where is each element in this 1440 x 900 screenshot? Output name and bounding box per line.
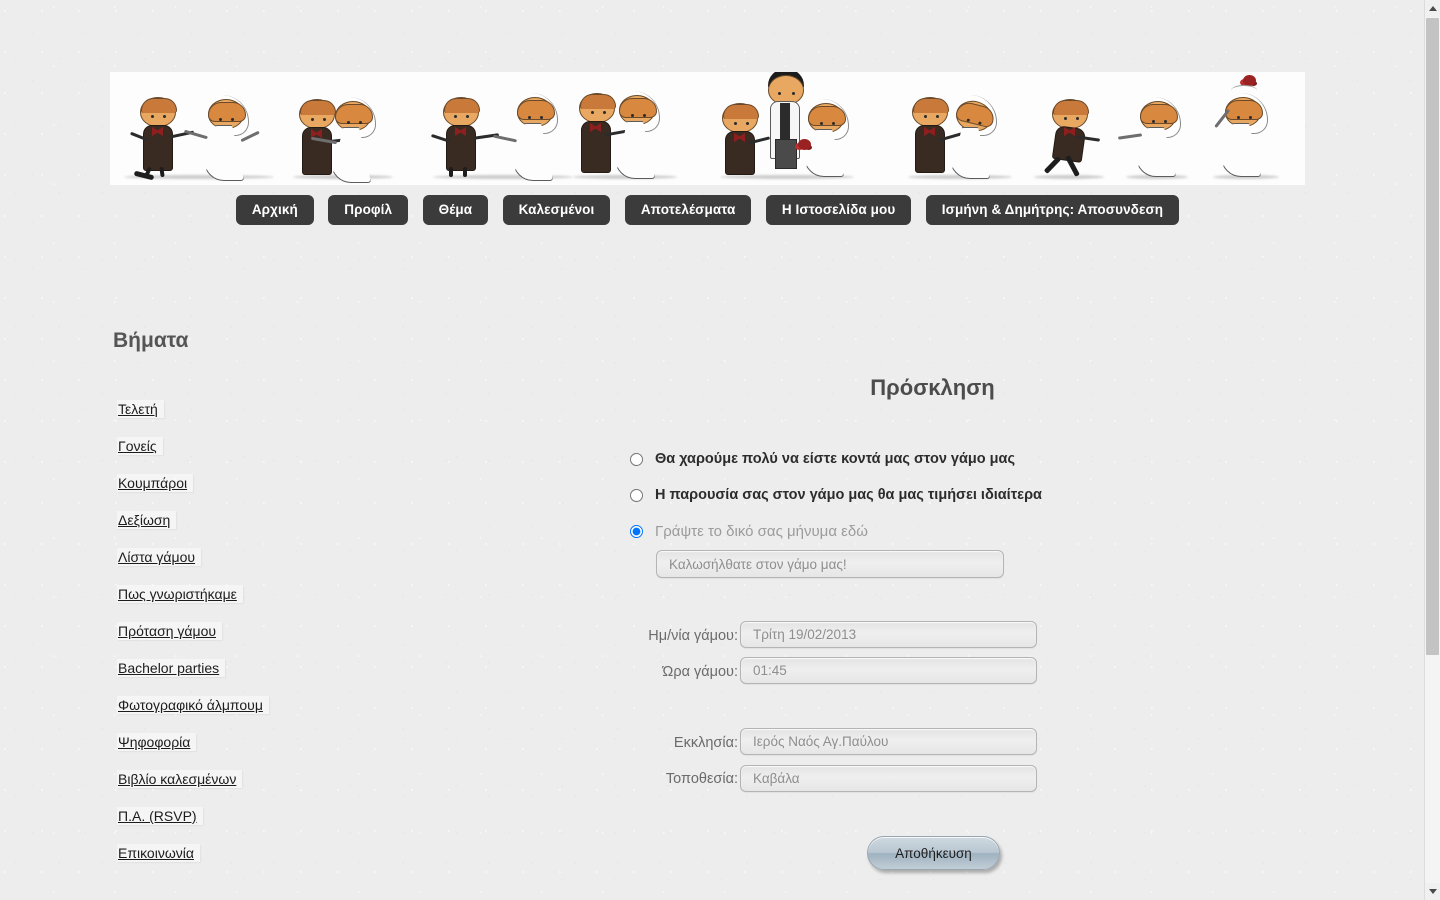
list-item: Ψηφοφορία <box>117 733 377 770</box>
list-item: Βιβλίο καλεσμένων <box>117 770 377 807</box>
invitation-radio-3[interactable] <box>630 525 643 538</box>
banner-running-bride-1 <box>1117 81 1196 179</box>
banner-couple-4 <box>565 77 690 179</box>
sidebar-item-parents[interactable]: Γονείς <box>117 437 163 455</box>
invitation-option-2-label: Η παρουσία σας στον γάμο μας θα μας τιμή… <box>655 487 1042 503</box>
invitation-option-1-label: Θα χαρούμε πολύ να είστε κοντά μας στον … <box>655 451 1015 467</box>
banner-couple-2 <box>285 77 405 183</box>
main-navigation: Αρχική Προφίλ Θέμα Καλεσμένοι Αποτελέσμα… <box>110 195 1305 227</box>
list-item: Επικοινωνία <box>117 844 377 881</box>
sidebar-item-contact[interactable]: Επικοινωνία <box>117 844 200 862</box>
invitation-option-3-label: Γράψτε το δικό σας μήνυμα εδώ <box>655 523 868 540</box>
nav-results[interactable]: Αποτελέσματα <box>624 195 752 225</box>
invitation-option-1[interactable]: Θα χαρούμε πολύ να είστε κοντά μας στον … <box>630 451 1015 467</box>
list-item: Λίστα γάμου <box>117 548 377 585</box>
invitation-option-3[interactable]: Γράψτε το δικό σας μήνυμα εδώ <box>630 523 868 540</box>
nav-my-site[interactable]: Η Ιστοσελίδα μου <box>765 195 912 225</box>
sidebar-item-voting[interactable]: Ψηφοφορία <box>117 733 197 751</box>
list-item: Τελετή <box>117 400 377 437</box>
list-item: Γονείς <box>117 437 377 474</box>
banner-running-groom <box>1030 81 1110 179</box>
church-input[interactable] <box>740 728 1037 755</box>
nav-theme[interactable]: Θέμα <box>422 195 489 225</box>
list-item: Φωτογραφικό άλμπουμ <box>117 696 377 733</box>
list-item: Πρόταση γάμου <box>117 622 377 659</box>
nav-guests[interactable]: Καλεσμένοι <box>502 195 611 225</box>
banner-couple-1 <box>118 77 288 181</box>
location-input[interactable] <box>740 765 1037 792</box>
invitation-radio-2[interactable] <box>630 488 643 502</box>
banner-running-bride-2 <box>1205 72 1295 179</box>
banner-couple-3 <box>425 77 585 181</box>
nav-profile[interactable]: Προφίλ <box>328 195 409 225</box>
sidebar-item-rsvp[interactable]: Π.Α. (RSVP) <box>117 807 203 825</box>
location-label: Τοποθεσία: <box>665 771 738 787</box>
sidebar-item-best-men[interactable]: Κουμπάροι <box>117 474 194 492</box>
wedding-date-input[interactable] <box>740 621 1037 648</box>
save-button[interactable]: Αποθήκευση <box>867 836 1000 870</box>
chevron-down-icon[interactable] <box>1425 883 1440 900</box>
sidebar-item-guest-book[interactable]: Βιβλίο καλεσμένων <box>117 770 243 788</box>
list-item: Πως γνωριστήκαμε <box>117 585 377 622</box>
sidebar-item-photo-album[interactable]: Φωτογραφικό άλμπουμ <box>117 696 269 714</box>
wedding-date-label: Ημ/νία γάμου: <box>648 628 738 644</box>
page-viewport: Αρχική Προφίλ Θέμα Καλεσμένοι Αποτελέσμα… <box>0 0 1424 900</box>
sidebar-item-how-we-met[interactable]: Πως γνωριστήκαμε <box>117 585 243 603</box>
nav-logout[interactable]: Ισμήνη & Δημήτρης: Αποσυνδεση <box>925 195 1180 225</box>
invitation-radio-1[interactable] <box>630 452 643 466</box>
sidebar-steps-list: Τελετή Γονείς Κουμπάροι Δεξίωση Λίστα γά… <box>117 400 377 881</box>
scrollbar-thumb[interactable] <box>1426 18 1439 655</box>
list-item: Κουμπάροι <box>117 474 377 511</box>
list-item: Bachelor parties <box>117 659 377 696</box>
sidebar-item-wedding-list[interactable]: Λίστα γάμου <box>117 548 202 566</box>
list-item: Π.Α. (RSVP) <box>117 807 377 844</box>
wedding-time-label: Ώρα γάμου: <box>662 664 738 680</box>
custom-message-input[interactable] <box>656 550 1004 578</box>
chevron-up-icon[interactable] <box>1425 0 1440 17</box>
nav-home[interactable]: Αρχική <box>235 195 314 225</box>
sidebar-item-ceremony[interactable]: Τελετή <box>117 400 164 418</box>
wedding-banner-image <box>110 72 1305 185</box>
wedding-time-input[interactable] <box>740 657 1037 684</box>
banner-couple-6 <box>900 77 1025 179</box>
sidebar-item-proposal[interactable]: Πρόταση γάμου <box>117 622 223 640</box>
sidebar-heading: Βήματα <box>113 329 189 353</box>
page-title: Πρόσκληση <box>870 374 995 400</box>
list-item: Δεξίωση <box>117 511 377 548</box>
invitation-option-2[interactable]: Η παρουσία σας στον γάμο μας θα μας τιμή… <box>630 487 1042 503</box>
banner-ceremony-group <box>710 72 865 179</box>
church-label: Εκκλησία: <box>673 735 738 751</box>
sidebar-item-reception[interactable]: Δεξίωση <box>117 511 177 529</box>
sidebar-item-bachelor-parties[interactable]: Bachelor parties <box>117 659 226 677</box>
vertical-scrollbar[interactable] <box>1424 0 1440 900</box>
